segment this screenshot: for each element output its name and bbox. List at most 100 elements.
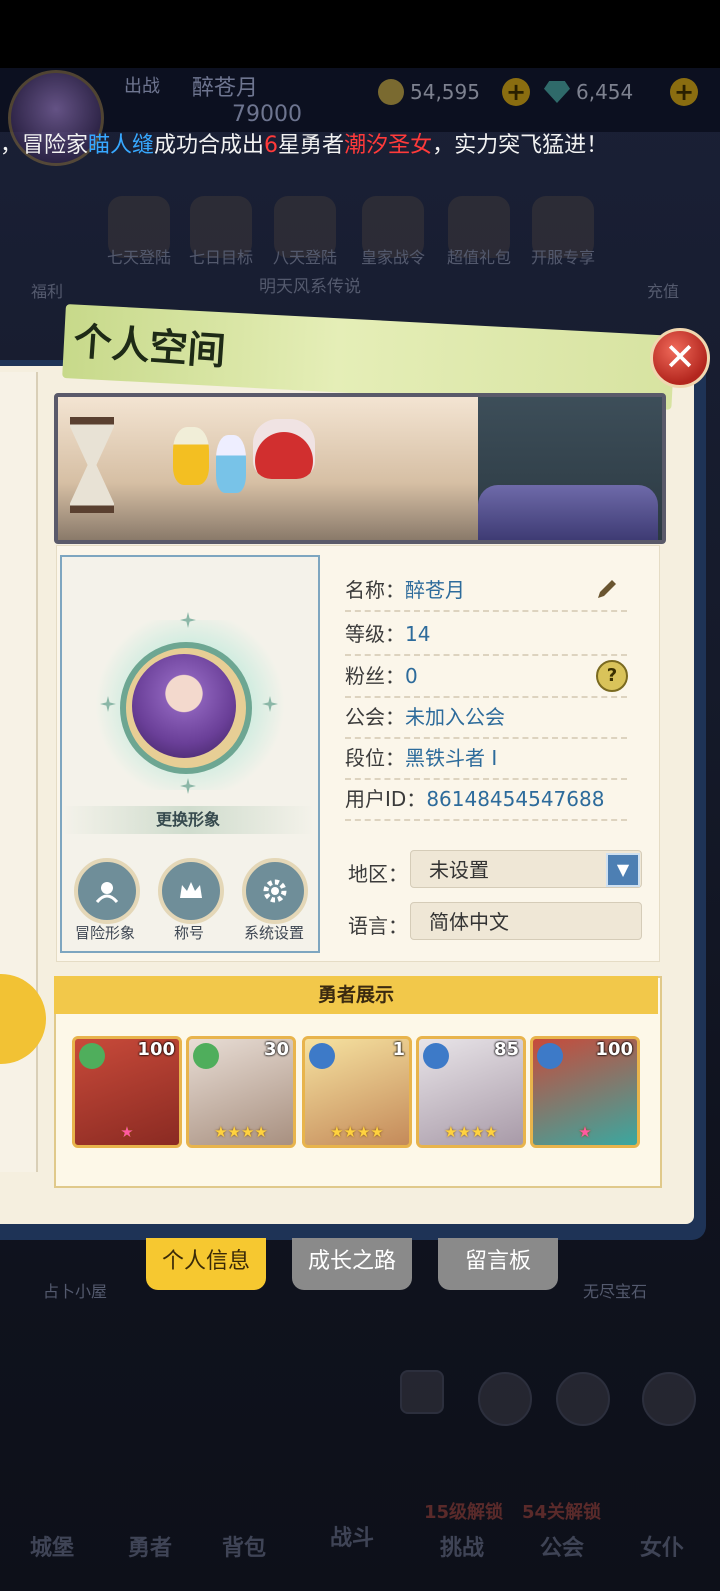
uid-value: 86148454547688	[426, 787, 605, 811]
chevron-down-icon[interactable]: ▼	[606, 853, 640, 887]
hud-player-name: 醉苍月	[192, 76, 259, 101]
help-icon[interactable]: ?	[596, 660, 628, 692]
fortune-house-label: 占卜小屋	[42, 1282, 107, 1301]
hero-stars: ★★★★	[444, 1123, 498, 1141]
gear-icon	[263, 879, 287, 903]
water-element-icon	[537, 1043, 563, 1069]
adventure-look-icon	[95, 882, 119, 904]
fans-row: 粉丝：0	[345, 656, 627, 698]
chest-art	[478, 485, 658, 540]
gem-counter: 6,454	[544, 78, 633, 106]
close-button[interactable]: ✕	[650, 328, 710, 388]
avatar-portrait[interactable]	[132, 654, 236, 758]
hero-card[interactable]: 1 ★★★★	[302, 1036, 412, 1148]
gold-value: 54,595	[410, 80, 480, 104]
hero-level: 85	[493, 1039, 519, 1060]
water-element-icon	[423, 1043, 449, 1069]
language-label: 语言：	[348, 914, 408, 938]
gold-icon	[378, 79, 404, 105]
fans-value: 0	[405, 664, 418, 688]
potion-blue-art	[216, 435, 246, 493]
tab-growth-path[interactable]: 成长之路	[292, 1238, 412, 1290]
level-label: 等级：	[345, 622, 405, 646]
hero-card[interactable]: 100 ★	[72, 1036, 182, 1148]
event-subtitle: 明天风系传说	[259, 277, 361, 297]
level-value: 14	[405, 622, 431, 646]
gem-icon	[544, 81, 570, 103]
endless-gem-label: 无尽宝石	[582, 1282, 647, 1301]
rank-value: 黑铁斗者 I	[405, 746, 498, 770]
collapse-icon[interactable]	[642, 1372, 696, 1426]
hero-stars: ★★★★	[214, 1123, 268, 1141]
ticker-text: 星勇者	[278, 133, 345, 158]
event-label: 开服专享	[530, 248, 595, 267]
welfare-label: 福利	[30, 282, 63, 301]
crown-icon	[180, 882, 202, 898]
hourglass-art	[70, 417, 114, 513]
level-row: 等级：14	[345, 614, 627, 656]
adventure-look-button[interactable]	[74, 858, 140, 924]
hero-showcase-title: 勇者展示	[54, 976, 658, 1014]
hero-card[interactable]: 100 ★	[530, 1036, 640, 1148]
nav-battle[interactable]: 战斗	[330, 1520, 374, 1552]
potion-red-art	[253, 419, 315, 479]
friends-icon[interactable]	[478, 1372, 532, 1426]
panel-title: 个人空间	[72, 317, 228, 374]
gem-value: 6,454	[576, 80, 634, 104]
title-button[interactable]	[158, 858, 224, 924]
nav-guild[interactable]: 公会	[540, 1530, 584, 1562]
guild-label: 公会：	[345, 705, 405, 729]
hud-power: 79000	[232, 102, 302, 127]
nav-maid[interactable]: 女仆	[640, 1530, 684, 1562]
guild-row: 公会：未加入公会	[345, 697, 627, 739]
edit-name-icon[interactable]	[594, 576, 620, 602]
add-gem-button[interactable]: +	[670, 78, 698, 106]
hero-level: 100	[595, 1039, 633, 1060]
top-black-band	[0, 0, 720, 68]
nav-heroes[interactable]: 勇者	[128, 1530, 172, 1562]
settings-button[interactable]	[242, 858, 308, 924]
event-label: 皇家战令	[360, 248, 425, 267]
banner-illustration	[54, 393, 666, 544]
title-label: 称号	[173, 924, 204, 942]
ticker-hero: 潮汐圣女	[344, 133, 433, 158]
settings-label: 系统设置	[243, 924, 304, 942]
change-look-button[interactable]: 更换形象	[62, 806, 314, 834]
potion-yellow-art	[173, 427, 209, 485]
hero-card[interactable]: 85 ★★★★	[416, 1036, 526, 1148]
list-icon[interactable]	[400, 1370, 444, 1414]
hero-level: 1	[392, 1039, 405, 1060]
hero-level: 100	[137, 1039, 175, 1060]
lock-label: 15级解锁	[424, 1502, 504, 1523]
nav-challenge[interactable]: 挑战	[440, 1530, 484, 1562]
language-select[interactable]: 简体中文	[410, 902, 642, 940]
name-label: 名称：	[345, 578, 405, 602]
tab-message-board[interactable]: 留言板	[438, 1238, 558, 1290]
uid-row: 用户ID：86148454547688	[345, 779, 627, 821]
ticker-text: 成功合成出	[154, 133, 265, 158]
rank-row: 段位：黑铁斗者 I	[345, 738, 627, 780]
ticker-star: 6	[264, 133, 279, 158]
recharge-label: 充值	[646, 282, 679, 301]
region-label: 地区：	[348, 862, 408, 886]
announcement-ticker: ，冒险家瞄人缝成功合成出6星勇者潮汐圣女，实力突飞猛进！	[0, 130, 720, 164]
lock-label: 54关解锁	[522, 1502, 602, 1523]
hero-card[interactable]: 30 ★★★★	[186, 1036, 296, 1148]
mail-icon[interactable]	[556, 1372, 610, 1426]
wind-element-icon	[193, 1043, 219, 1069]
nav-castle[interactable]: 城堡	[30, 1530, 74, 1562]
hero-stars: ★★★★	[330, 1123, 384, 1141]
event-label: 八天登陆	[272, 248, 337, 267]
event-label: 七日目标	[188, 248, 253, 267]
hero-stars: ★	[120, 1123, 134, 1141]
water-element-icon	[309, 1043, 335, 1069]
hero-stars: ★	[578, 1123, 592, 1141]
guild-value: 未加入公会	[405, 705, 505, 729]
wind-element-icon	[79, 1043, 105, 1069]
adventure-look-label: 冒险形象	[74, 924, 135, 942]
tab-personal-info[interactable]: 个人信息	[146, 1238, 266, 1290]
event-label: 超值礼包	[446, 248, 511, 267]
fans-label: 粉丝：	[345, 664, 405, 688]
nav-bag[interactable]: 背包	[222, 1530, 266, 1562]
add-gold-button[interactable]: +	[502, 78, 530, 106]
